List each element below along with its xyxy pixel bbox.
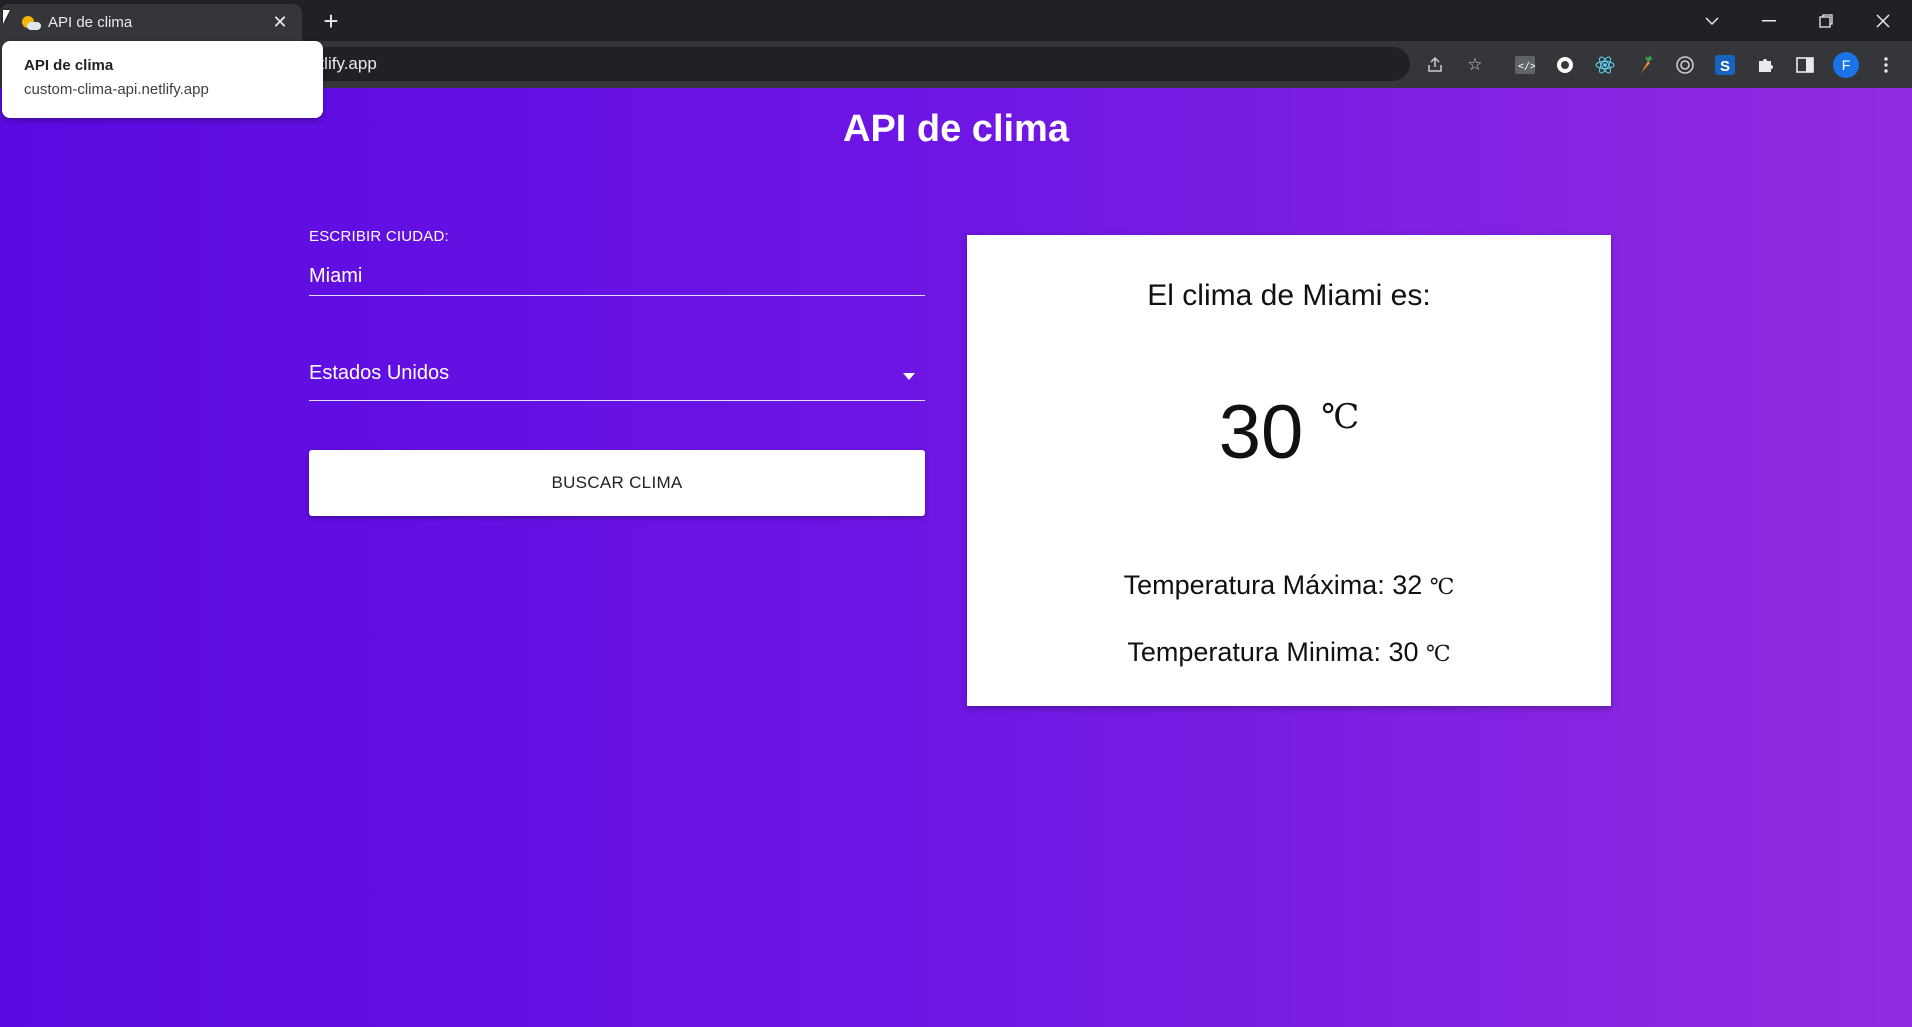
share-icon[interactable] [1423, 53, 1447, 77]
react-devtools-icon[interactable] [1593, 53, 1617, 77]
star-icon[interactable]: ☆ [1463, 53, 1487, 77]
tab-close-icon[interactable]: ✕ [266, 12, 294, 33]
max-temperature-unit: ℃ [1429, 575, 1455, 600]
carrot-extension-icon[interactable] [1633, 53, 1657, 77]
temperature-value: 30 [1218, 390, 1304, 475]
mouse-cursor-icon [3, 10, 10, 24]
result-heading: El clima de Miami es: [1147, 279, 1431, 312]
max-temperature-label: Temperatura Máxima: 32 [1123, 570, 1423, 600]
country-select[interactable]: Estados Unidos [309, 356, 925, 401]
dropdown-arrow-icon [903, 373, 915, 380]
weather-form: ESCRIBIR CIUDAD: Estados Unidos BUSCAR C… [309, 228, 925, 516]
country-select-value: Estados Unidos [309, 362, 450, 384]
menu-dots-icon[interactable] [1874, 53, 1898, 77]
hover-card-url: custom-clima-api.netlify.app [24, 81, 209, 98]
current-temperature: 30 ℃ [967, 389, 1611, 476]
puzzle-extensions-icon[interactable] [1753, 53, 1777, 77]
tab-strip: API de clima ✕ + [0, 0, 1912, 41]
chevron-down-icon[interactable] [1684, 0, 1740, 41]
weather-result-card: El clima de Miami es: 30 ℃ Temperatura M… [967, 235, 1611, 706]
tab-hover-card: API de clima custom-clima-api.netlify.ap… [2, 41, 323, 118]
s-extension-icon[interactable]: S [1713, 53, 1737, 77]
min-temperature-label: Temperatura Minima: 30 [1127, 637, 1419, 667]
profile-avatar[interactable]: F [1833, 52, 1859, 78]
devtools-extension-icon[interactable]: </> [1513, 53, 1537, 77]
temperature-unit: ℃ [1321, 397, 1360, 437]
min-temperature: Temperatura Minima: 30 ℃ [967, 637, 1611, 668]
minimize-icon[interactable] [1741, 0, 1797, 41]
browser-tab[interactable]: API de clima ✕ [0, 4, 302, 41]
max-temperature: Temperatura Máxima: 32 ℃ [967, 570, 1611, 601]
restore-icon[interactable] [1798, 0, 1854, 41]
svg-text:</>: </> [1518, 61, 1535, 72]
target-extension-icon[interactable] [1673, 53, 1697, 77]
close-icon[interactable] [1855, 0, 1911, 41]
svg-text:S: S [1720, 58, 1730, 75]
min-temperature-unit: ℃ [1426, 642, 1451, 667]
search-weather-button[interactable]: BUSCAR CLIMA [309, 450, 925, 516]
hover-card-title: API de clima [24, 57, 114, 74]
circle-extension-icon[interactable] [1553, 53, 1577, 77]
new-tab-button[interactable]: + [316, 8, 346, 36]
side-panel-icon[interactable] [1793, 53, 1817, 77]
weather-favicon-icon [22, 14, 41, 32]
app-page: API de clima ESCRIBIR CIUDAD: Estados Un… [0, 88, 1912, 1027]
tab-title: API de clima [48, 14, 133, 31]
city-input[interactable] [309, 258, 925, 296]
city-label: ESCRIBIR CIUDAD: [309, 228, 449, 245]
